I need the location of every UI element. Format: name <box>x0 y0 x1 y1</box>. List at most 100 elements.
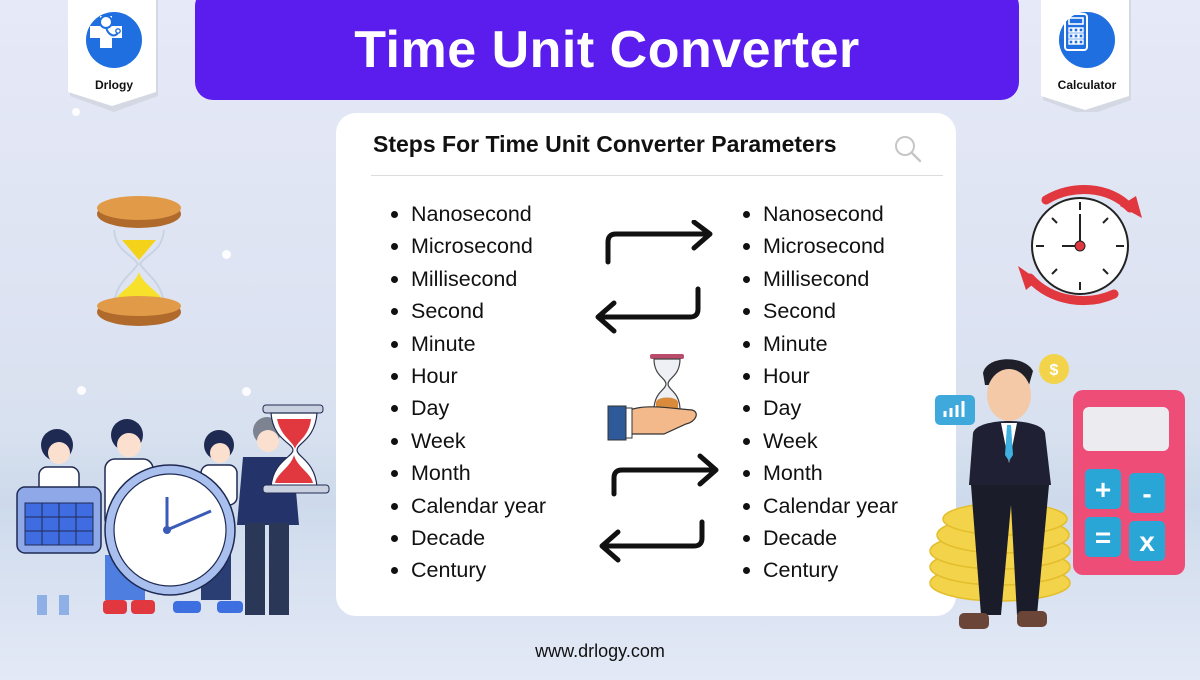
unit-list-item: Nanosecond <box>743 198 898 230</box>
decor-dot <box>77 386 86 395</box>
unit-list-item: Second <box>743 295 898 327</box>
people-with-clock-illustration <box>16 404 330 615</box>
bullet-icon <box>743 502 750 510</box>
unit-label: Microsecond <box>411 234 533 259</box>
hourglass-illustration <box>97 196 181 326</box>
unit-label: Day <box>763 396 802 421</box>
card-divider <box>371 175 943 176</box>
unit-list-item: Decade <box>391 522 546 554</box>
unit-list-item: Day <box>391 392 546 424</box>
unit-list-item: Decade <box>743 522 898 554</box>
unit-label: Day <box>411 396 450 421</box>
unit-label: Calendar year <box>763 493 899 518</box>
bullet-icon <box>391 534 398 542</box>
arrow-left-icon <box>595 286 701 334</box>
bullet-icon <box>391 275 398 283</box>
search-icon[interactable] <box>893 134 923 164</box>
bullet-icon <box>391 437 398 445</box>
calculator-badge[interactable]: Calculator <box>1041 0 1133 112</box>
title-banner: Time Unit Converter <box>195 0 1019 100</box>
arrow-right-icon <box>605 220 713 265</box>
unit-list-item: Century <box>743 554 898 586</box>
unit-list-item: Nanosecond <box>391 198 546 230</box>
bullet-icon <box>391 211 398 218</box>
calculator-key-multiply: x <box>1139 526 1155 557</box>
arrow-left-icon <box>599 519 705 563</box>
footer-url-link[interactable]: www.drlogy.com <box>0 641 1200 662</box>
doctor-cross-stethoscope-icon <box>86 12 142 68</box>
unit-label: Week <box>411 428 466 453</box>
bullet-icon <box>391 405 398 413</box>
unit-list-item: Microsecond <box>743 230 898 262</box>
bullet-icon <box>743 243 750 251</box>
unit-list-item: Month <box>743 457 898 489</box>
bullet-icon <box>743 567 750 575</box>
bullet-icon <box>391 470 398 478</box>
unit-label: Hour <box>763 363 810 388</box>
bullet-icon <box>743 211 750 218</box>
unit-list-item: Second <box>391 295 546 327</box>
unit-label: Decade <box>763 525 838 550</box>
unit-label: Second <box>411 299 484 324</box>
unit-list-item: Millisecond <box>743 263 898 295</box>
arrow-right-icon <box>611 453 719 497</box>
unit-label: Minute <box>763 331 828 356</box>
unit-list-item: Week <box>391 425 546 457</box>
bullet-icon <box>743 534 750 542</box>
unit-list-item: Minute <box>391 328 546 360</box>
unit-label: Month <box>411 461 471 486</box>
clock-refresh-illustration <box>1018 185 1142 305</box>
calculator-icon <box>1059 12 1115 68</box>
calculator-key-minus: - <box>1142 478 1151 509</box>
unit-label: Millisecond <box>763 266 870 291</box>
page-title: Time Unit Converter <box>354 21 860 79</box>
unit-list-item: Century <box>391 554 546 586</box>
bullet-icon <box>743 372 750 380</box>
unit-label: Decade <box>411 525 486 550</box>
unit-label: Century <box>763 558 839 583</box>
unit-label: Second <box>763 299 836 324</box>
unit-label: Hour <box>411 363 458 388</box>
drlogy-badge[interactable]: Drlogy <box>68 0 160 112</box>
unit-list-item: Millisecond <box>391 263 546 295</box>
unit-list-item: Hour <box>743 360 898 392</box>
unit-label: Microsecond <box>763 234 885 259</box>
bullet-icon <box>391 502 398 510</box>
bullet-icon <box>743 275 750 283</box>
unit-list-item: Minute <box>743 328 898 360</box>
card-title: Steps For Time Unit Converter Parameters <box>373 131 837 157</box>
unit-list-item: Calendar year <box>743 490 898 522</box>
bullet-icon <box>743 405 750 413</box>
unit-label: Week <box>763 428 818 453</box>
svg-text:$: $ <box>1050 362 1059 379</box>
unit-list-item: Microsecond <box>391 230 546 262</box>
unit-list-item: Hour <box>391 360 546 392</box>
bullet-icon <box>743 470 750 478</box>
to-unit-list: Nanosecond Microsecond Millisecond Second Mi… <box>743 198 898 587</box>
unit-label: Minute <box>411 331 476 356</box>
unit-list-item: Calendar year <box>391 490 546 522</box>
drlogy-label: Drlogy <box>94 78 133 92</box>
bullet-icon <box>743 340 750 348</box>
bullet-icon <box>391 372 398 380</box>
bullet-icon <box>743 437 750 445</box>
calculator-key-equals: = <box>1095 522 1111 553</box>
unit-label: Century <box>411 558 487 583</box>
calculator-key-plus: + <box>1095 474 1111 505</box>
unit-list-item: Week <box>743 425 898 457</box>
unit-label: Calendar year <box>411 493 547 518</box>
bullet-icon <box>743 308 750 316</box>
bullet-icon <box>391 243 398 251</box>
unit-list-item: Month <box>391 457 546 489</box>
unit-label: Month <box>763 461 823 486</box>
bullet-icon <box>391 340 398 348</box>
unit-label: Nanosecond <box>411 202 532 226</box>
unit-label: Nanosecond <box>763 202 884 226</box>
calculator-label: Calculator <box>1057 78 1117 92</box>
businessman-calculator-illustration: $ + - = x <box>929 354 1185 629</box>
unit-list-item: Day <box>743 392 898 424</box>
hand-holding-hourglass-icon <box>607 354 697 441</box>
unit-label: Millisecond <box>411 266 518 291</box>
from-unit-list: Nanosecond Microsecond Millisecond Second Mi… <box>391 198 546 587</box>
bullet-icon <box>391 308 398 316</box>
